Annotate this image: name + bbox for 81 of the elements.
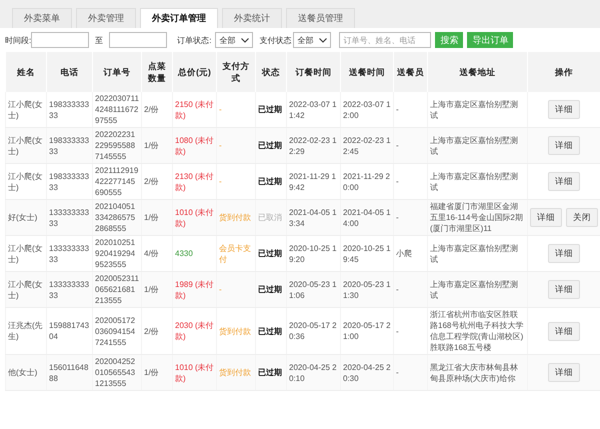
table-cell: 2020-04-25 20:30 (340, 354, 394, 390)
column-header: 送餐员 (394, 52, 428, 92)
table-cell: 江小爬(女士) (6, 272, 46, 308)
column-header: 送餐时间 (340, 52, 394, 92)
table-cell: 1010 (未付款) (172, 354, 216, 390)
column-header: 姓名 (6, 52, 46, 92)
to-label: 至 (95, 34, 104, 46)
table-cell: 1/份 (142, 272, 172, 308)
table-cell: - (394, 272, 428, 308)
table-cell: 2020042520105655431213555 (92, 354, 142, 390)
column-header: 订餐时间 (286, 52, 340, 92)
action-button[interactable]: 详细 (548, 363, 580, 382)
pay-status-label: 支付状态 (259, 34, 292, 46)
table-cell: 2022-02-23 12:29 (286, 128, 340, 164)
table-cell: 福建省厦门市湖里区金湖五里16-114号金山国际2期(厦门市湖里区)11 (428, 200, 528, 236)
table-cell: 已过期 (256, 128, 286, 164)
tab[interactable]: 外卖管理 (76, 8, 136, 28)
table-cell: 2020-04-25 20:10 (286, 354, 340, 390)
table-cell: 2022022312295955887145555 (92, 128, 142, 164)
order-status-select[interactable]: 全部 (215, 32, 254, 48)
column-header: 电话 (46, 52, 92, 92)
table-cell: 1/份 (142, 200, 172, 236)
table-cell: 2021040513342865752868555 (92, 200, 142, 236)
tab[interactable]: 外卖统计 (222, 8, 282, 28)
action-button[interactable]: 详细 (548, 172, 580, 191)
table-cell: 黑龙江省大庆市林甸县林甸县原种场(大庆市)给你 (428, 354, 528, 390)
column-header: 总价(元) (172, 52, 216, 92)
table-cell: - (394, 354, 428, 390)
action-button[interactable]: 详细 (530, 208, 562, 227)
table-cell: 13333333333 (46, 272, 92, 308)
table-cell: 已过期 (256, 272, 286, 308)
table-cell: 1/份 (142, 354, 172, 390)
table-cell: 1080 (未付款) (172, 128, 216, 164)
column-header: 状态 (256, 52, 286, 92)
column-header: 支付方式 (216, 52, 256, 92)
table-cell: 上海市嘉定区嘉怡别墅测试 (428, 272, 528, 308)
table-cell: 2020-05-23 11:30 (340, 272, 394, 308)
column-header: 送餐地址 (428, 52, 528, 92)
table-cell: - (216, 272, 256, 308)
period-label: 时间段: (5, 34, 32, 46)
table-cell: 江小爬(女士) (6, 128, 46, 164)
table-cell: - (216, 128, 256, 164)
action-button[interactable]: 详细 (548, 100, 580, 119)
caret-icon (319, 38, 328, 42)
action-button[interactable]: 详细 (548, 280, 580, 299)
column-header: 点菜数量 (142, 52, 172, 92)
tab[interactable]: 外卖菜单 (12, 8, 72, 28)
action-button[interactable]: 详细 (548, 322, 580, 340)
action-button[interactable]: 详细 (548, 136, 580, 155)
action-button[interactable]: 关闭 (566, 208, 598, 227)
order-status-label: 订单状态: (177, 34, 212, 46)
table-cell: - (394, 128, 428, 164)
table-cell: 13333333333 (46, 200, 92, 236)
end-date-field[interactable] (109, 32, 168, 48)
table-cell: 他(女士) (6, 354, 46, 390)
table-cell: 1989 (未付款) (172, 272, 216, 308)
table-cell: 15601164888 (46, 354, 92, 390)
table-cell: 2020-05-23 11:06 (286, 272, 340, 308)
tab[interactable]: 送餐员管理 (286, 8, 355, 28)
start-date-field[interactable] (31, 32, 90, 48)
table-cell: 2022-02-23 12:45 (340, 128, 394, 164)
table-cell: - (394, 200, 428, 236)
table-cell: 上海市嘉定区嘉怡别墅测试 (428, 128, 528, 164)
table-cell: 2020052311065621681213555 (92, 272, 142, 308)
table-cell: 货到付款 (216, 200, 256, 236)
table-cell: 1/份 (142, 128, 172, 164)
action-button[interactable]: 详细 (548, 244, 580, 263)
table-cell: 货到付款 (216, 354, 256, 390)
table-cell: 已取消 (256, 200, 286, 236)
pay-status-select[interactable]: 全部 (293, 32, 332, 48)
table-cell: 好(女士) (6, 200, 46, 236)
column-header: 操作 (528, 52, 600, 92)
table-cell: 已过期 (256, 354, 286, 390)
table-cell: 2021-04-05 14:00 (340, 200, 394, 236)
table-cell: 1010 (未付款) (172, 200, 216, 236)
search-field[interactable]: 订单号、姓名、电话 (339, 32, 432, 48)
table-cell: 19833333333 (46, 128, 92, 164)
tab[interactable]: 外卖订单管理 (140, 8, 218, 28)
table-cell: 2021-04-05 13:34 (286, 200, 340, 236)
column-header: 订单号 (92, 52, 142, 92)
caret-icon (241, 38, 250, 42)
